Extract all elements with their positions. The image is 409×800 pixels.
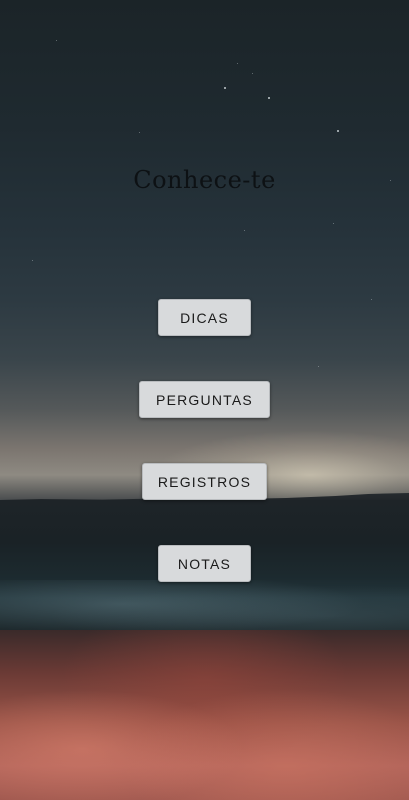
star — [337, 130, 339, 132]
star — [268, 97, 270, 99]
main-screen: Conhece-te DICAS PERGUNTAS REGISTROS NOT… — [0, 0, 409, 800]
star — [318, 366, 319, 367]
app-title: Conhece-te — [133, 166, 276, 194]
star — [371, 299, 372, 300]
perguntas-button[interactable]: PERGUNTAS — [139, 381, 270, 418]
star — [333, 223, 334, 224]
star — [244, 230, 245, 231]
star — [139, 132, 140, 133]
registros-button[interactable]: REGISTROS — [142, 463, 267, 500]
dicas-button[interactable]: DICAS — [158, 299, 251, 336]
star — [224, 87, 226, 89]
sand-beach — [0, 630, 409, 800]
night-sky — [0, 0, 409, 500]
star — [252, 73, 253, 74]
star — [237, 63, 238, 64]
star — [32, 260, 33, 261]
notas-button[interactable]: NOTAS — [158, 545, 251, 582]
star — [56, 40, 57, 41]
